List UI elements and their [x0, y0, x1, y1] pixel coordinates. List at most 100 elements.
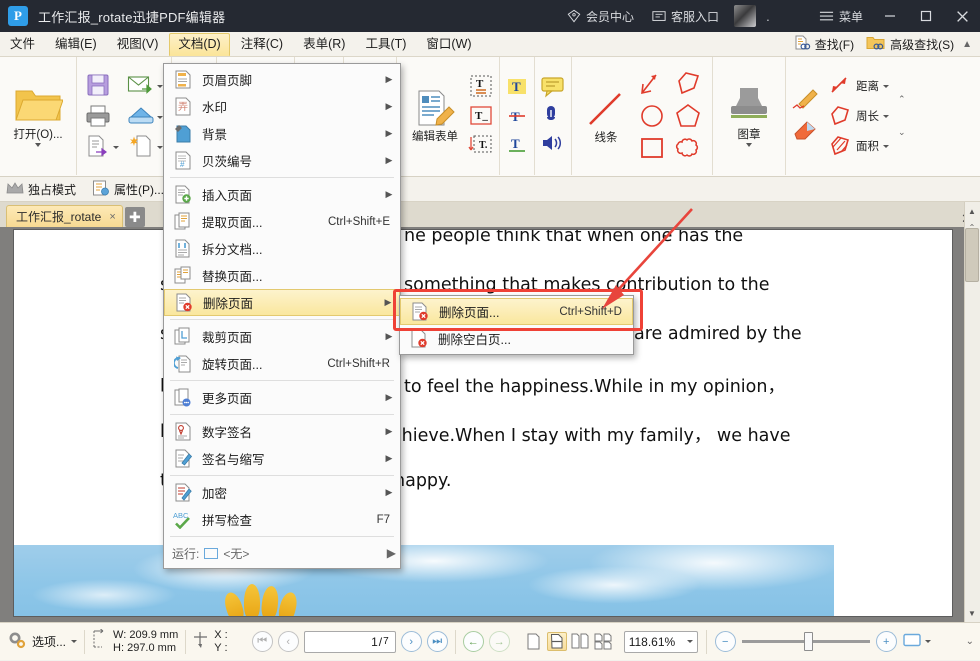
menu-item-digital-signature[interactable]: 数字签名 ▶	[164, 418, 400, 445]
ribbon-scroll-down-icon[interactable]: ⌄	[898, 127, 906, 138]
menu-item-signature-initials[interactable]: 签名与缩写 ▶	[164, 445, 400, 472]
export-button[interactable]	[85, 134, 111, 161]
highlight-text-button[interactable]: T	[505, 75, 529, 102]
menu-item-bates-numbering[interactable]: # 贝茨编号 ▶	[164, 147, 400, 174]
menu-file[interactable]: 文件	[1, 33, 44, 56]
cloud-tool-button[interactable]	[674, 135, 704, 164]
export-caret-icon[interactable]	[113, 145, 119, 149]
minimize-button[interactable]	[872, 0, 908, 32]
new-document-button[interactable]	[129, 134, 155, 161]
main-menu-button[interactable]: 菜单	[810, 0, 872, 32]
zoom-out-button[interactable]: −	[714, 631, 736, 652]
menu-tools[interactable]: 工具(T)	[356, 33, 415, 56]
zoom-percent-caret-icon[interactable]	[686, 640, 693, 643]
menu-item-rotate-page[interactable]: 旋转页面... Ctrl+Shift+R	[164, 350, 400, 377]
polygon-tool-button[interactable]	[674, 69, 704, 100]
form-dropdown-button[interactable]: T.	[468, 134, 494, 159]
advanced-find-button[interactable]: 高级查找(S)	[862, 33, 958, 56]
exclusive-mode-button[interactable]: 独占模式	[0, 179, 82, 200]
document-tab-close-icon[interactable]: ×	[109, 211, 115, 223]
menu-item-extract-page[interactable]: 提取页面... Ctrl+Shift+E	[164, 208, 400, 235]
stamp-caret-icon[interactable]	[746, 143, 752, 147]
options-label[interactable]: 选项...	[32, 633, 66, 650]
properties-button[interactable]: 属性(P)...	[86, 178, 170, 201]
zoom-percent-select[interactable]: 118.61%	[623, 630, 698, 653]
menu-item-watermark[interactable]: 弄 水印 ▶	[164, 93, 400, 120]
sticky-note-button[interactable]	[540, 76, 566, 101]
member-center-button[interactable]: 会员中心	[558, 0, 643, 32]
arrow-tool-button[interactable]	[638, 69, 668, 100]
pdf-page[interactable]: ne people think that when one has the s …	[14, 230, 952, 616]
underline-text-button[interactable]: T	[505, 133, 529, 158]
pentagon-tool-button[interactable]	[674, 103, 704, 132]
submenu-item-delete-pages[interactable]: 删除页面... Ctrl+Shift+D	[400, 298, 633, 325]
options-caret-icon[interactable]	[71, 640, 78, 643]
form-text-field-button[interactable]: T	[468, 74, 494, 101]
menu-item-delete-page[interactable]: 删除页面 ▶	[164, 289, 400, 316]
scroll-up-icon[interactable]: ▲	[965, 204, 979, 218]
menu-form[interactable]: 表单(R)	[294, 33, 354, 56]
attachment-button[interactable]	[540, 104, 566, 129]
menu-window[interactable]: 窗口(W)	[417, 33, 480, 56]
zoom-slider-knob[interactable]	[803, 632, 813, 651]
menu-item-header-footer[interactable]: 页眉页脚 ▶	[164, 66, 400, 93]
print-button[interactable]	[85, 104, 111, 131]
overflow-dot[interactable]: .	[762, 9, 774, 24]
audio-note-button[interactable]	[540, 132, 566, 157]
find-button[interactable]: 查找(F)	[789, 33, 858, 56]
vertical-scrollbar-thumb[interactable]	[965, 228, 979, 282]
area-label[interactable]: 面积	[856, 138, 879, 154]
statusbar-collapse-icon[interactable]: ⌄	[966, 636, 974, 647]
new-tab-button[interactable]: ✚	[124, 207, 145, 227]
avatar[interactable]	[733, 5, 756, 27]
menu-item-replace-page[interactable]: 替换页面...	[164, 262, 400, 289]
fit-page-button[interactable]	[903, 633, 921, 650]
next-page-button[interactable]: ›	[400, 631, 422, 652]
ribbon-collapse-icon[interactable]: ▲	[962, 39, 972, 50]
open-dropdown-caret-icon[interactable]	[35, 143, 41, 147]
first-page-button[interactable]: ⏮	[251, 631, 273, 652]
page-number-field[interactable]: 1 / 7	[303, 630, 396, 653]
menu-item-spell-check[interactable]: ABC 拼写检查 F7	[164, 506, 400, 533]
close-button[interactable]	[944, 0, 980, 32]
zoom-slider[interactable]	[741, 632, 870, 651]
save-button[interactable]	[85, 72, 111, 101]
document-tab[interactable]: 工作汇报_rotate ×	[6, 205, 123, 227]
two-page-layout-button[interactable]	[570, 632, 590, 651]
menu-comment[interactable]: 注释(C)	[232, 33, 292, 56]
submenu-item-delete-blank-pages[interactable]: 删除空白页...	[400, 325, 633, 352]
single-page-layout-button[interactable]	[524, 632, 544, 651]
rectangle-tool-button[interactable]	[638, 135, 668, 164]
maximize-button[interactable]	[908, 0, 944, 32]
area-caret-icon[interactable]	[883, 144, 889, 148]
menu-item-background[interactable]: 背景 ▶	[164, 120, 400, 147]
menu-view[interactable]: 视图(V)	[108, 33, 168, 56]
navigate-forward-button[interactable]: →	[488, 631, 510, 652]
last-page-button[interactable]: ⏭	[426, 631, 448, 652]
pencil-tool-button[interactable]	[791, 88, 821, 115]
edit-form-button[interactable]: 编辑表单	[402, 87, 468, 146]
menu-item-more-pages[interactable]: 更多页面 ▶	[164, 384, 400, 411]
zoom-in-button[interactable]: +	[875, 631, 897, 652]
navigate-back-button[interactable]: ←	[462, 631, 484, 652]
distance-caret-icon[interactable]	[883, 84, 889, 88]
perimeter-label[interactable]: 周长	[856, 108, 879, 124]
support-entry-button[interactable]: 客服入口	[643, 0, 728, 32]
circle-tool-button[interactable]	[638, 103, 668, 132]
distance-label[interactable]: 距离	[856, 78, 879, 94]
form-textbox-button[interactable]: T_	[468, 105, 494, 130]
menu-item-run[interactable]: 运行: <无> ▶	[164, 540, 400, 566]
menu-item-insert-page[interactable]: 插入页面 ▶	[164, 181, 400, 208]
strikethrough-text-button[interactable]: T	[505, 105, 529, 130]
fit-page-caret-icon[interactable]	[924, 640, 931, 643]
ribbon-scroll-up-icon[interactable]: ⌃	[898, 94, 906, 105]
menu-item-encrypt[interactable]: 加密 ▶	[164, 479, 400, 506]
menu-item-crop-page[interactable]: 裁剪页面 ▶	[164, 323, 400, 350]
continuous-layout-button[interactable]	[546, 632, 567, 651]
menu-item-split-document[interactable]: 拆分文档...	[164, 235, 400, 262]
scroll-down-icon[interactable]: ▼	[965, 606, 979, 620]
scan-button[interactable]	[127, 104, 155, 131]
open-file-button[interactable]: 打开(O)...	[5, 83, 71, 149]
menu-document[interactable]: 文档(D)	[169, 32, 230, 56]
menu-edit[interactable]: 编辑(E)	[46, 33, 106, 56]
